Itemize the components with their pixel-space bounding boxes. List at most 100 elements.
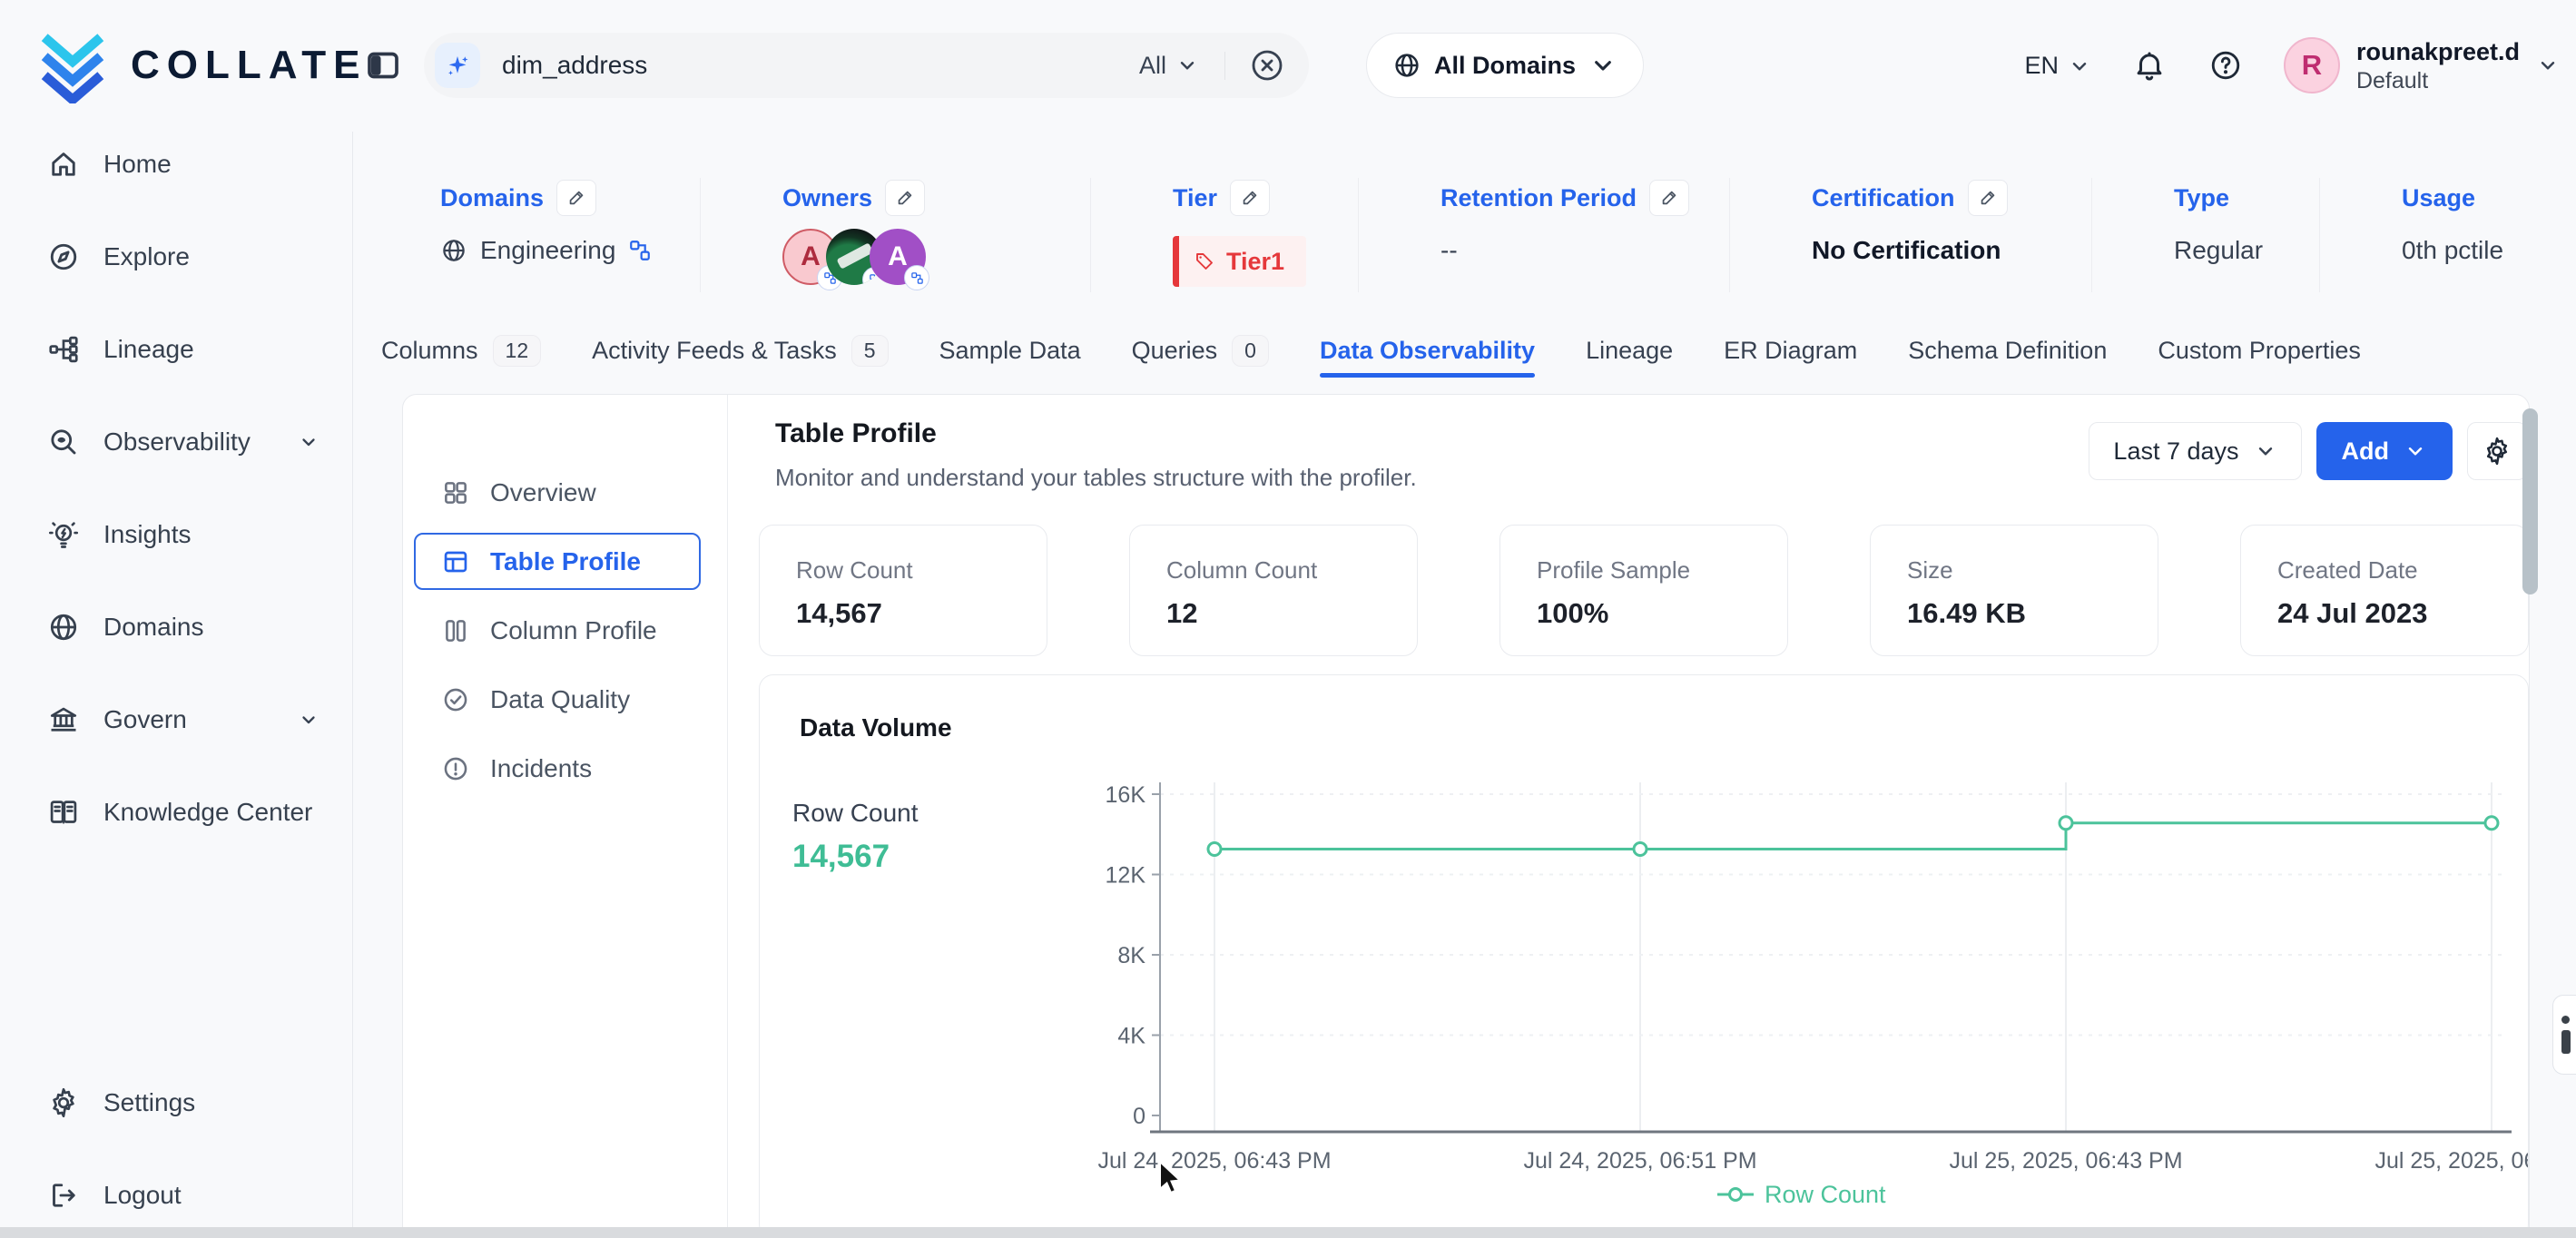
stat-value: 24 Jul 2023 bbox=[2277, 597, 2528, 630]
tab-er-diagram[interactable]: ER Diagram bbox=[1724, 325, 1857, 376]
language-selector[interactable]: EN bbox=[2024, 52, 2091, 80]
sidebar-item-insights[interactable]: Insights bbox=[0, 507, 352, 562]
owner-type-badge bbox=[904, 265, 929, 290]
legend-marker-icon bbox=[1730, 1189, 1742, 1201]
chevron-down-icon bbox=[1588, 51, 1617, 80]
pencil-icon bbox=[1978, 188, 1998, 208]
profiler-menu-data-quality[interactable]: Data Quality bbox=[414, 671, 701, 728]
time-range-dropdown[interactable]: Last 7 days bbox=[2089, 422, 2301, 480]
sidebar-item-govern[interactable]: Govern bbox=[0, 693, 352, 747]
edit-certification-button[interactable] bbox=[1968, 180, 2008, 216]
entity-col-label: Certification bbox=[1812, 184, 1955, 212]
y-tick-label: 0 bbox=[1133, 1104, 1145, 1129]
owner-avatars: AA bbox=[782, 229, 926, 285]
table-icon bbox=[441, 547, 470, 576]
edit-domains-button[interactable] bbox=[556, 180, 596, 216]
sidebar-item-label: Observability bbox=[103, 427, 251, 457]
owner-avatar[interactable]: A bbox=[870, 229, 926, 285]
profiler-menu-table-profile[interactable]: Table Profile bbox=[414, 533, 701, 590]
stat-value: 14,567 bbox=[796, 597, 1047, 630]
collate-logo[interactable]: COLLATE bbox=[34, 27, 368, 103]
pencil-icon bbox=[1240, 188, 1260, 208]
y-tick-label: 8K bbox=[1117, 943, 1145, 968]
tab-schema-definition[interactable]: Schema Definition bbox=[1908, 325, 2107, 376]
chevron-down-icon bbox=[2536, 54, 2560, 77]
stat-label: Size bbox=[1907, 556, 2158, 585]
page-title: Table Profile bbox=[775, 418, 937, 449]
sidebar-item-domains[interactable]: Domains bbox=[0, 600, 352, 654]
tab-label: Lineage bbox=[1586, 337, 1673, 365]
globe-icon bbox=[440, 237, 467, 264]
profiler-menu-column-profile[interactable]: Column Profile bbox=[414, 602, 701, 659]
tab-data-observability[interactable]: Data Observability bbox=[1320, 325, 1535, 376]
edit-owners-button[interactable] bbox=[885, 180, 925, 216]
search-input[interactable] bbox=[502, 51, 1139, 80]
data-volume-chart: 04K8K12K16KJul 24, 2025, 06:43 PMJul 24,… bbox=[760, 675, 2529, 1238]
columns-icon bbox=[441, 616, 470, 645]
global-search[interactable]: All bbox=[424, 33, 1309, 98]
stat-value: 16.49 KB bbox=[1907, 597, 2158, 630]
top-right-cluster: EN R rounakpreet.d Default bbox=[2024, 0, 2560, 132]
entity-col-label: Usage bbox=[2402, 184, 2475, 212]
page-subtitle: Monitor and understand your tables struc… bbox=[775, 464, 1417, 492]
profiler-settings-button[interactable] bbox=[2467, 422, 2527, 480]
profiler-menu-label: Data Quality bbox=[490, 685, 630, 714]
sidebar-item-label: Knowledge Center bbox=[103, 798, 312, 827]
sidebar-item-label: Logout bbox=[103, 1181, 182, 1210]
sidebar-item-logout[interactable]: Logout bbox=[0, 1168, 352, 1223]
tab-queries[interactable]: Queries0 bbox=[1132, 325, 1269, 376]
tab-sample-data[interactable]: Sample Data bbox=[939, 325, 1081, 376]
profiler-menu-label: Overview bbox=[490, 478, 596, 507]
profiler-panel: Overview Table Profile Column Profile Data … bbox=[402, 394, 2530, 1238]
all-domains-filter[interactable]: All Domains bbox=[1366, 33, 1644, 98]
alert-circle-icon bbox=[441, 754, 470, 783]
user-workspace: Default bbox=[2356, 67, 2520, 94]
chevron-down-icon bbox=[298, 431, 320, 453]
bell-icon bbox=[2132, 48, 2167, 83]
edit-retention-period-button[interactable] bbox=[1649, 180, 1689, 216]
entity-col-domains: DomainsEngineering bbox=[363, 178, 701, 292]
search-clear-button[interactable] bbox=[1249, 47, 1285, 84]
tab-activity-feeds-tasks[interactable]: Activity Feeds & Tasks5 bbox=[592, 325, 888, 376]
logout-icon bbox=[47, 1179, 80, 1212]
search-scope-dropdown[interactable]: All bbox=[1139, 52, 1225, 80]
add-button[interactable]: Add bbox=[2316, 422, 2453, 480]
legend-item-row-count[interactable]: Row Count bbox=[1717, 1181, 1886, 1208]
tab-columns[interactable]: Columns12 bbox=[381, 325, 541, 376]
entity-col-label: Type bbox=[2174, 184, 2229, 212]
tab-label: ER Diagram bbox=[1724, 337, 1857, 365]
sidebar-item-lineage[interactable]: Lineage bbox=[0, 322, 352, 377]
sidebar-collapse-button[interactable] bbox=[363, 47, 403, 84]
left-sidebar: Home Explore Lineage Observability Insights D… bbox=[0, 132, 353, 1238]
edge-floating-widget[interactable] bbox=[2552, 995, 2576, 1075]
tier-chip[interactable]: Tier1 bbox=[1173, 236, 1306, 287]
tab-custom-properties[interactable]: Custom Properties bbox=[2158, 325, 2361, 376]
edit-tier-button[interactable] bbox=[1230, 180, 1270, 216]
notifications-button[interactable] bbox=[2131, 48, 2168, 84]
profiler-menu: Overview Table Profile Column Profile Data … bbox=[403, 395, 728, 1237]
scrollbar-thumb[interactable] bbox=[2522, 408, 2538, 594]
tab-lineage[interactable]: Lineage bbox=[1586, 325, 1673, 376]
gear-icon bbox=[2482, 436, 2512, 467]
sidebar-item-explore[interactable]: Explore bbox=[0, 230, 352, 284]
user-menu[interactable]: R rounakpreet.d Default bbox=[2284, 37, 2560, 93]
sidebar-item-observability[interactable]: Observability bbox=[0, 415, 352, 469]
sidebar-item-home[interactable]: Home bbox=[0, 137, 352, 192]
stat-card-column-count: Column Count12 bbox=[1129, 525, 1418, 656]
profiler-stats: Row Count14,567Column Count12Profile Sam… bbox=[759, 525, 2529, 656]
stat-card-row-count: Row Count14,567 bbox=[759, 525, 1047, 656]
sidebar-item-settings[interactable]: Settings bbox=[0, 1076, 352, 1130]
close-circle-icon bbox=[1249, 47, 1285, 84]
tab-label: Custom Properties bbox=[2158, 337, 2361, 365]
pencil-icon bbox=[566, 188, 586, 208]
profiler-menu-incidents[interactable]: Incidents bbox=[414, 740, 701, 797]
help-button[interactable] bbox=[2207, 48, 2244, 84]
entity-header: DomainsEngineeringOwnersAATierTier1Reten… bbox=[363, 178, 2561, 292]
entity-value-text: -- bbox=[1440, 236, 1458, 265]
domain-value[interactable]: Engineering bbox=[480, 236, 615, 265]
entity-value-text: No Certification bbox=[1812, 236, 2001, 265]
govern-icon bbox=[47, 703, 80, 736]
profiler-menu-overview[interactable]: Overview bbox=[414, 464, 701, 521]
user-name: rounakpreet.d bbox=[2356, 37, 2520, 66]
sidebar-item-knowledge-center[interactable]: Knowledge Center bbox=[0, 785, 352, 840]
